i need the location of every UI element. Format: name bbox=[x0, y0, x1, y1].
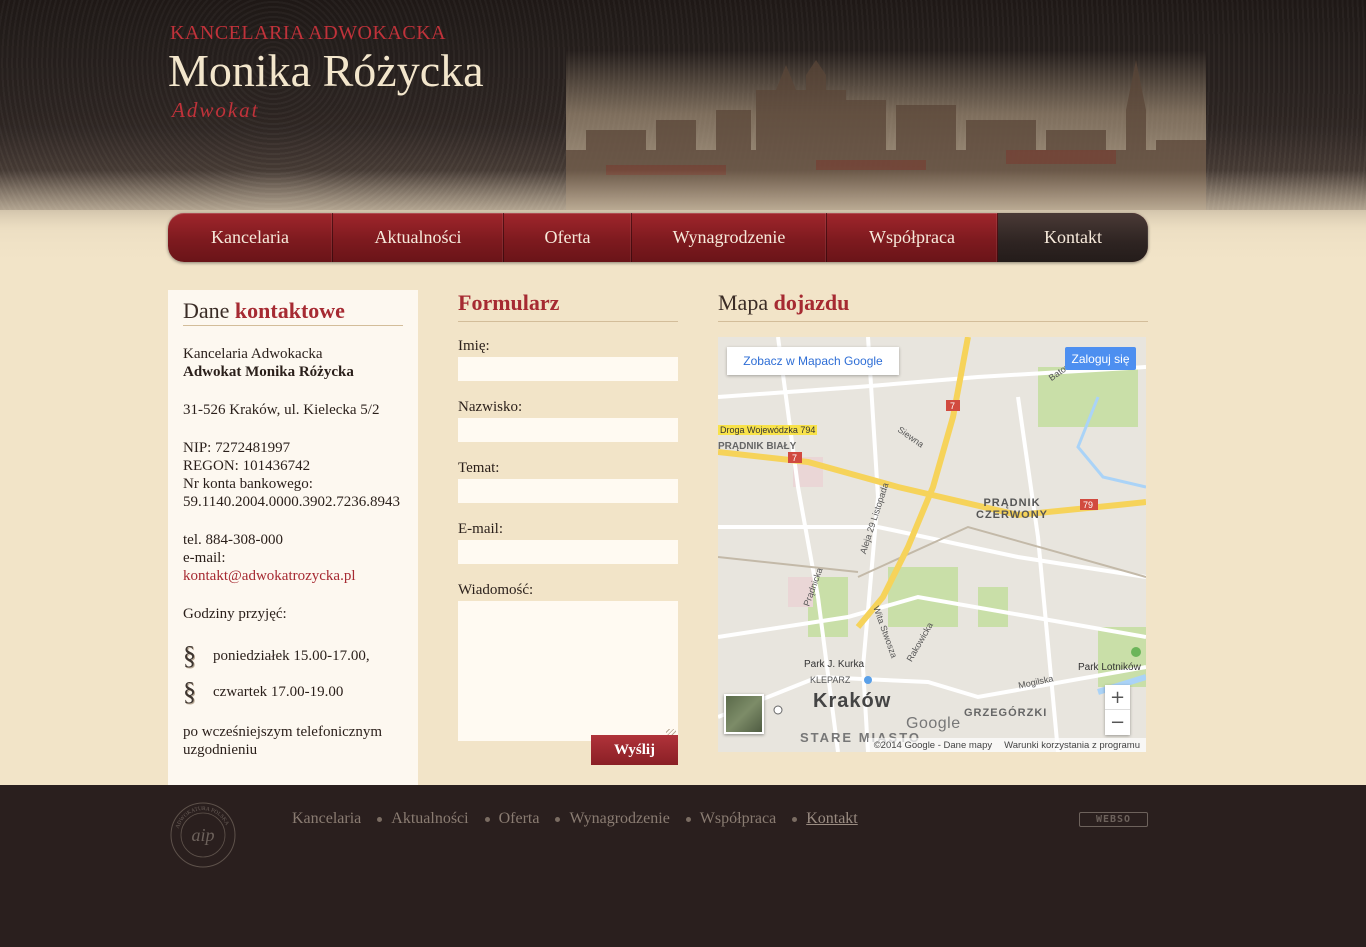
zoom-in-button[interactable]: + bbox=[1105, 685, 1130, 710]
paragraph-icon: § bbox=[183, 677, 196, 706]
footer-nav: Kancelaria Aktualności Oferta Wynagrodze… bbox=[292, 810, 858, 828]
nip: NIP: 7272481997 bbox=[183, 440, 291, 456]
footer-nav-separator bbox=[792, 816, 798, 822]
map-label-kleparz: KLEPARZ bbox=[810, 675, 851, 685]
form-title: Formularz bbox=[458, 290, 560, 315]
appointment-note: po wcześniejszym telefonicznym uzgodnien… bbox=[183, 724, 383, 758]
svg-text:aip: aip bbox=[191, 825, 214, 845]
paragraph-icon: § bbox=[183, 641, 196, 670]
footer-nav-separator bbox=[685, 816, 691, 822]
firm-label: KANCELARIA ADWOKACKA bbox=[170, 22, 447, 44]
name-field[interactable] bbox=[458, 357, 678, 381]
footer-nav-wynagrodzenie[interactable]: Wynagrodzenie bbox=[569, 810, 669, 828]
footer-nav-kancelaria[interactable]: Kancelaria bbox=[292, 810, 361, 828]
footer: aip ADWOKATURA POLSKA Kancelaria Aktualn… bbox=[0, 785, 1366, 947]
send-button[interactable]: Wyślij bbox=[591, 735, 678, 765]
zoom-out-button[interactable]: − bbox=[1105, 710, 1130, 735]
map-road-shield-7b: 7 bbox=[792, 453, 797, 463]
google-logo: Google bbox=[906, 715, 961, 732]
subject-field[interactable] bbox=[458, 479, 678, 503]
hours-item: § poniedziałek 15.00-17.00, bbox=[183, 639, 403, 673]
contact-section-title: Dane kontaktowe bbox=[183, 300, 403, 326]
nav-item-kontakt[interactable]: Kontakt bbox=[998, 213, 1148, 262]
map-title-emphasis: dojazdu bbox=[773, 290, 850, 315]
nav-item-aktualnosci[interactable]: Aktualności bbox=[333, 213, 504, 262]
footer-nav-kontakt[interactable]: Kontakt bbox=[806, 810, 858, 828]
site-title[interactable]: Monika Różycka bbox=[168, 44, 484, 97]
message-label: Wiadomość: bbox=[458, 582, 534, 598]
map-road-shield-79: 79 bbox=[1083, 500, 1093, 510]
map-attribution-bar: ©2014 Google - Dane mapy Warunki korzyst… bbox=[867, 738, 1146, 752]
bank-account-number: 59.1140.2004.0000.3902.7236.8943 bbox=[183, 494, 400, 510]
hours-label: Godziny przyjęć: bbox=[183, 606, 287, 622]
contact-title-emphasis: kontaktowe bbox=[234, 298, 345, 323]
contact-details-panel: Dane kontaktowe Kancelaria Adwokacka Adw… bbox=[168, 290, 418, 785]
open-in-google-maps-button[interactable]: Zobacz w Mapach Google bbox=[727, 347, 899, 375]
google-map[interactable]: 7 7 79 Droga Wojewódzka 794 PRĄDNIK BIAŁ… bbox=[718, 337, 1146, 752]
zoom-controls: + − bbox=[1105, 685, 1130, 735]
nav-item-wspolpraca[interactable]: Współpraca bbox=[827, 213, 998, 262]
email-field[interactable] bbox=[458, 540, 678, 564]
footer-nav-separator bbox=[484, 816, 490, 822]
map-label-krakow: Kraków bbox=[813, 690, 892, 712]
map-attribution[interactable]: ©2014 Google - Dane mapy bbox=[874, 740, 992, 751]
hours-item: § czwartek 17.00-19.00 bbox=[183, 675, 403, 709]
map-road-shield-7: 7 bbox=[950, 401, 955, 411]
footer-nav-aktualnosci[interactable]: Aktualności bbox=[391, 810, 468, 828]
map-label-park-lotnikow: Park Lotników bbox=[1078, 662, 1141, 673]
map-label-pradnik-czerwony: PRĄDNIK CZERWONY bbox=[976, 497, 1048, 521]
contact-form: Formularz Imię: Nazwisko: Temat: E-mail:… bbox=[458, 290, 678, 770]
footer-nav-separator bbox=[377, 816, 383, 822]
subject-label: Temat: bbox=[458, 460, 500, 476]
contact-title-plain: Dane bbox=[183, 298, 230, 323]
surname-label: Nazwisko: bbox=[458, 399, 523, 415]
email-label: e-mail: bbox=[183, 550, 226, 566]
map-label-road: Droga Wojewódzka 794 bbox=[718, 425, 818, 435]
hours-text: poniedziałek 15.00-17.00, bbox=[213, 648, 370, 664]
phone: tel. 884-308-000 bbox=[183, 532, 283, 548]
surname-field[interactable] bbox=[458, 418, 678, 442]
webso-badge[interactable]: WEBSO bbox=[1079, 812, 1148, 827]
form-section-title: Formularz bbox=[458, 290, 678, 322]
email-link[interactable]: kontakt@adwokatrozycka.pl bbox=[183, 568, 356, 584]
adwokatura-logo[interactable]: aip ADWOKATURA POLSKA bbox=[168, 800, 238, 870]
lawyer-name: Adwokat Monika Różycka bbox=[183, 364, 354, 380]
map-terms-link[interactable]: Warunki korzystania z programu bbox=[1004, 740, 1140, 751]
email-field-label: E-mail: bbox=[458, 521, 503, 537]
footer-nav-wspolpraca[interactable]: Współpraca bbox=[700, 810, 776, 828]
address: 31-526 Kraków, ul. Kielecka 5/2 bbox=[183, 402, 380, 418]
message-textarea[interactable] bbox=[458, 601, 678, 741]
nav-item-kancelaria[interactable]: Kancelaria bbox=[168, 213, 333, 262]
nav-item-oferta[interactable]: Oferta bbox=[504, 213, 632, 262]
sign-in-button[interactable]: Zaloguj się bbox=[1065, 347, 1136, 370]
bank-account-label: Nr konta bankowego: bbox=[183, 476, 313, 492]
main-nav: Kancelaria Aktualności Oferta Wynagrodze… bbox=[168, 213, 1148, 262]
map-label-grzegorzki: GRZEGÓRZKI bbox=[964, 707, 1048, 719]
hours-text: czwartek 17.00-19.00 bbox=[213, 684, 344, 700]
map-section-title: Mapa dojazdu bbox=[718, 290, 1148, 322]
footer-nav-separator bbox=[555, 816, 561, 822]
satellite-toggle-thumbnail[interactable] bbox=[724, 694, 764, 734]
site-subtitle: Adwokat bbox=[172, 98, 260, 122]
firm-name: Kancelaria Adwokacka bbox=[183, 346, 323, 362]
name-label: Imię: bbox=[458, 338, 490, 354]
map-label-pradnik-bialy: PRĄDNIK BIAŁY bbox=[718, 441, 797, 452]
map-section: Mapa dojazdu 7 7 79 Droga Wojewódzka 794… bbox=[718, 290, 1148, 770]
footer-nav-oferta[interactable]: Oferta bbox=[499, 810, 540, 828]
map-title-plain: Mapa bbox=[718, 290, 769, 315]
nav-item-wynagrodzenie[interactable]: Wynagrodzenie bbox=[632, 213, 827, 262]
map-label-park-kurka: Park J. Kurka bbox=[804, 659, 865, 670]
regon: REGON: 101436742 bbox=[183, 458, 311, 474]
